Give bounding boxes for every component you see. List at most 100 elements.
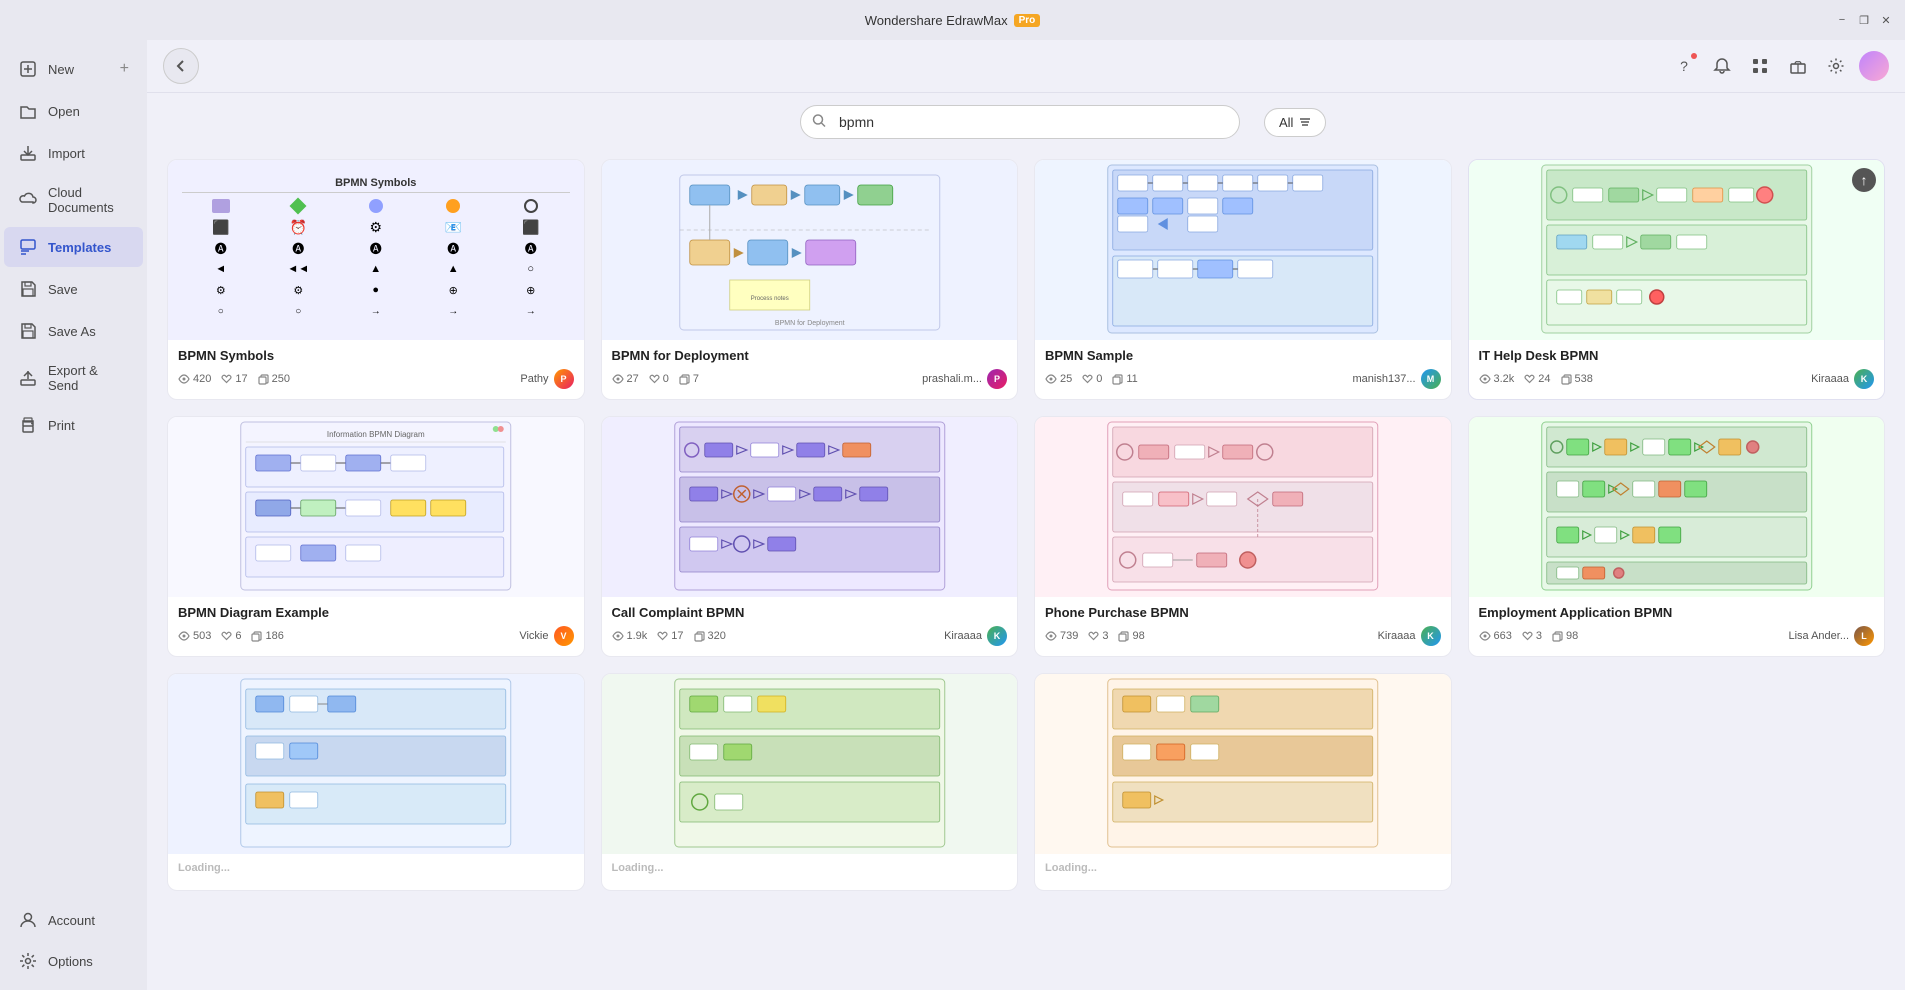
template-card-placeholder-1[interactable]: Loading... (167, 673, 585, 891)
account-icon (18, 910, 38, 930)
search-bar: All (147, 93, 1905, 147)
card-meta-phone-purchase: 739 3 98 Kiraaaa (1045, 626, 1441, 646)
sidebar-item-import[interactable]: Import (4, 133, 143, 173)
card-author-phone-purchase: Kiraaaa K (1378, 626, 1441, 646)
back-button[interactable] (163, 48, 199, 84)
template-card-placeholder-3[interactable]: Loading... (1034, 673, 1452, 891)
filter-button[interactable]: All (1264, 108, 1326, 137)
print-icon (18, 415, 38, 435)
sidebar-label-templates: Templates (48, 240, 111, 255)
import-icon (18, 143, 38, 163)
card-meta-employment: 663 3 98 Lisa Ander... (1479, 626, 1875, 646)
likes-stat: 17 (221, 373, 247, 385)
header-bar: ? (147, 40, 1905, 93)
window-controls: − ❐ ✕ (1835, 13, 1893, 27)
card-info-deployment: BPMN for Deployment 27 0 (602, 340, 1018, 399)
template-card-call-complaint[interactable]: Call Complaint BPMN 1.9k 17 (601, 416, 1019, 657)
search-input[interactable] (800, 105, 1240, 139)
svg-text:BPMN for Deployment: BPMN for Deployment (774, 320, 844, 327)
author-avatar-kiraaaa-2: K (987, 626, 1007, 646)
views-stat: 3.2k (1479, 373, 1515, 385)
svg-text:Information BPMN Diagram: Information BPMN Diagram (327, 430, 425, 439)
template-card-placeholder-2[interactable]: Loading... (601, 673, 1019, 891)
card-title-placeholder-2: Loading... (612, 862, 1008, 874)
card-image-placeholder-2 (602, 674, 1018, 854)
copies-stat: 250 (258, 373, 290, 385)
card-author-diagram: Vickie V (519, 626, 573, 646)
card-title-employment: Employment Application BPMN (1479, 605, 1875, 620)
views-stat: 25 (1045, 373, 1072, 385)
card-info-placeholder-2: Loading... (602, 854, 1018, 890)
gift-icon[interactable] (1783, 51, 1813, 81)
user-avatar[interactable] (1859, 51, 1889, 81)
author-avatar-pathy: P (554, 369, 574, 389)
template-card-phone-purchase[interactable]: Phone Purchase BPMN 739 3 (1034, 416, 1452, 657)
template-card-bpmn-deployment[interactable]: BPMN for Deployment Process notes BPMN f… (601, 159, 1019, 400)
export-icon (18, 368, 38, 388)
views-stat: 27 (612, 373, 639, 385)
card-meta-sample: 25 0 11 manish137... (1045, 369, 1441, 389)
likes-stat: 3 (1522, 630, 1542, 642)
card-meta-symbols: 420 17 250 Pathy (178, 369, 574, 389)
close-button[interactable]: ✕ (1879, 13, 1893, 27)
sidebar-label-export: Export & Send (48, 363, 129, 393)
search-container (800, 105, 1240, 139)
sidebar-item-export[interactable]: Export & Send (4, 353, 143, 403)
restore-button[interactable]: ❐ (1857, 13, 1871, 27)
card-image-phone-purchase (1035, 417, 1451, 597)
minimize-button[interactable]: − (1835, 13, 1849, 27)
sidebar-label-options: Options (48, 954, 93, 969)
content-area: ? (147, 40, 1905, 990)
card-author-it-help: Kiraaaa K (1811, 369, 1874, 389)
sidebar-item-save-as[interactable]: Save As (4, 311, 143, 351)
likes-stat: 24 (1524, 373, 1550, 385)
sidebar-item-cloud[interactable]: Cloud Documents (4, 175, 143, 225)
notification-icon[interactable] (1707, 51, 1737, 81)
likes-stat: 3 (1088, 630, 1108, 642)
sidebar-item-templates[interactable]: Templates (4, 227, 143, 267)
save-as-icon (18, 321, 38, 341)
sidebar: New + Open Import Cloud Documents Temp (0, 40, 147, 990)
template-card-bpmn-diagram[interactable]: Information BPMN Diagram (167, 416, 585, 657)
card-author-symbols: Pathy P (520, 369, 573, 389)
template-card-employment[interactable]: Employment Application BPMN 663 3 (1468, 416, 1886, 657)
sidebar-item-options[interactable]: Options (4, 941, 143, 981)
card-author-sample: manish137... M (1353, 369, 1441, 389)
sidebar-item-account[interactable]: Account (4, 900, 143, 940)
settings-icon[interactable] (1821, 51, 1851, 81)
sidebar-item-new[interactable]: New + (4, 49, 143, 89)
card-image-employment (1469, 417, 1885, 597)
views-stat: 739 (1045, 630, 1078, 642)
apps-icon[interactable] (1745, 51, 1775, 81)
card-title-deployment: BPMN for Deployment (612, 348, 1008, 363)
new-plus-icon: + (120, 60, 129, 78)
new-icon (18, 59, 38, 79)
card-image-deployment: BPMN for Deployment Process notes (602, 160, 1018, 340)
template-card-it-help-desk[interactable]: IT Help Desk BPMN 3.2k 24 (1468, 159, 1886, 400)
sidebar-item-open[interactable]: Open (4, 91, 143, 131)
help-icon[interactable]: ? (1669, 51, 1699, 81)
author-avatar-manish: M (1421, 369, 1441, 389)
templates-grid: BPMN Symbols ⬛ ⏰ ⚙ (167, 159, 1885, 891)
app-title: Wondershare EdrawMax Pro (865, 13, 1041, 28)
author-avatar-kiraaaa: K (1854, 369, 1874, 389)
card-info-placeholder-1: Loading... (168, 854, 584, 890)
header-icons: ? (1669, 51, 1889, 81)
sidebar-label-cloud: Cloud Documents (48, 185, 129, 215)
card-title-placeholder-1: Loading... (178, 862, 574, 874)
template-card-bpmn-symbols[interactable]: BPMN Symbols ⬛ ⏰ ⚙ (167, 159, 585, 400)
card-info-it-help: IT Help Desk BPMN 3.2k 24 (1469, 340, 1885, 399)
search-icon (812, 114, 826, 131)
app-body: New + Open Import Cloud Documents Temp (0, 40, 1905, 990)
card-meta-call-complaint: 1.9k 17 320 Kiraaaa (612, 626, 1008, 646)
sidebar-item-save[interactable]: Save (4, 269, 143, 309)
filter-label: All (1279, 115, 1293, 130)
card-title-placeholder-3: Loading... (1045, 862, 1441, 874)
sidebar-item-print[interactable]: Print (4, 405, 143, 445)
template-card-bpmn-sample[interactable]: BPMN Sample 25 0 (1034, 159, 1452, 400)
card-info-sample: BPMN Sample 25 0 (1035, 340, 1451, 399)
copies-stat: 186 (251, 630, 283, 642)
card-author-deployment: prashali.m... P (922, 369, 1007, 389)
card-author-employment: Lisa Ander... L (1788, 626, 1874, 646)
sidebar-label-new: New (48, 62, 74, 77)
